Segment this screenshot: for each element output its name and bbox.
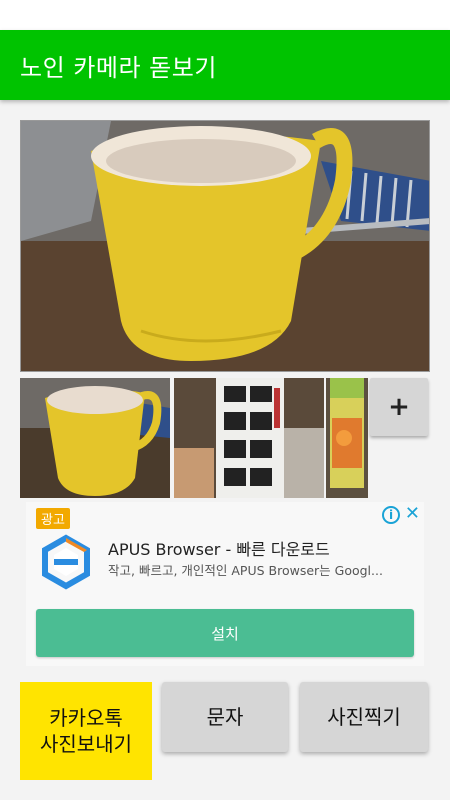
ad-label: 광고 [36,508,70,529]
sake-bottle-thumb-image [174,378,324,498]
main-photo[interactable] [20,120,430,372]
thumbnail-2[interactable] [174,378,324,498]
take-photo-button[interactable]: 사진찍기 [300,682,428,752]
apus-logo-icon [42,534,90,590]
status-bar [0,0,450,30]
kakao-send-photo-button[interactable]: 카카오톡 사진보내기 [20,682,152,780]
ad-banner[interactable]: 광고 i ✕ APUS Browser - 빠른 다운로드 작고, 빠르고, 개… [26,502,424,666]
coffee-mug-thumb-image [20,378,170,498]
app-title: 노인 카메라 돋보기 [20,53,217,82]
add-photo-button[interactable]: + [370,378,428,436]
app-bar: 노인 카메라 돋보기 [0,30,450,100]
ad-title[interactable]: APUS Browser - 빠른 다운로드 [108,536,330,560]
thumbnail-3[interactable] [326,378,368,498]
ad-info-icon[interactable]: i [382,506,400,524]
thumbnail-1[interactable] [20,378,170,498]
ad-description: 작고, 빠르고, 개인적인 APUS Browser는 Googl... [108,563,383,578]
coffee-mug-photo-image [21,121,429,371]
sms-button[interactable]: 문자 [162,682,288,752]
ad-close-icon[interactable]: ✕ [405,504,420,524]
juice-pack-thumb-image [326,378,368,498]
thumbnail-strip [20,378,368,498]
ad-install-button[interactable]: 설치 [36,609,414,657]
